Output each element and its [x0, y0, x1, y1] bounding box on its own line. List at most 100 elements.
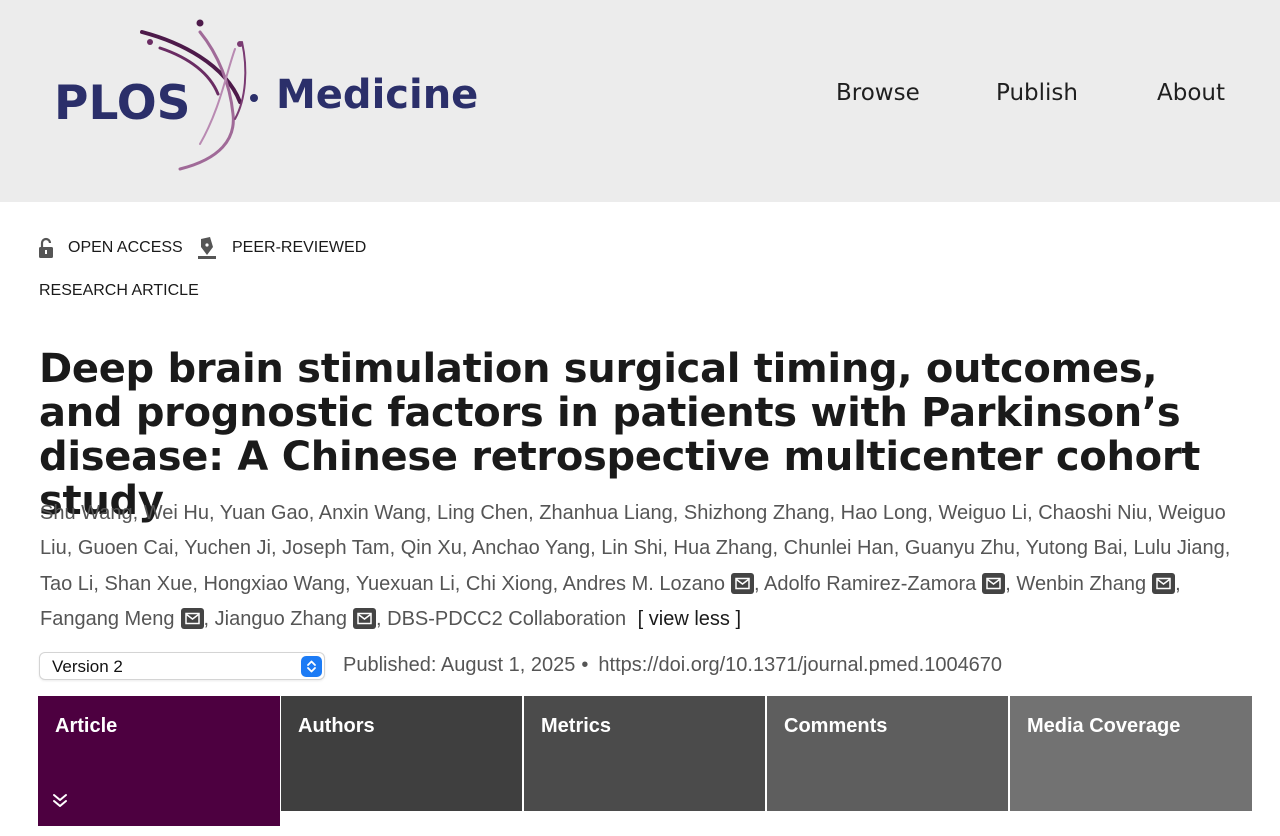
author-separator: , — [528, 502, 540, 524]
author-name[interactable]: Chunlei Han — [784, 537, 894, 559]
version-select-value: Version 2 — [52, 657, 123, 676]
author-separator: , — [192, 572, 204, 595]
published-date: Published: August 1, 2025 — [343, 654, 576, 676]
nav-publish[interactable]: Publish — [996, 80, 1078, 106]
article-badges: OPEN ACCESS PEER-REVIEWED — [38, 234, 438, 262]
author-separator: , — [1005, 572, 1017, 595]
author-name[interactable]: Anxin Wang — [319, 502, 426, 524]
author-separator: , — [1027, 502, 1039, 524]
author-name[interactable]: Fangang Meng — [40, 608, 175, 630]
author-separator: , — [454, 572, 466, 595]
author-name[interactable]: Qin Xu — [401, 537, 462, 559]
doi-link[interactable]: https://doi.org/10.1371/journal.pmed.100… — [598, 654, 1002, 676]
author-separator: , — [772, 537, 784, 560]
author-separator: , — [927, 502, 939, 524]
author-separator: , — [376, 607, 388, 630]
author-separator: , — [425, 502, 437, 524]
author-separator: , — [753, 572, 764, 595]
author-name[interactable]: Tao Li — [40, 573, 93, 595]
envelope-icon[interactable] — [730, 572, 754, 594]
author-separator: , — [829, 502, 841, 524]
tab-metrics-label: Metrics — [541, 715, 612, 737]
author-separator: , — [1014, 537, 1026, 560]
version-select[interactable]: Version 2 — [39, 652, 325, 680]
author-name[interactable]: Wei Hu — [144, 502, 209, 524]
author-name[interactable]: Yutong Bai — [1026, 537, 1123, 559]
author-separator: , — [308, 502, 319, 524]
author-separator: , — [345, 572, 356, 595]
site-header: PLOS Medicine Browse Publish About — [0, 0, 1280, 202]
author-name[interactable]: Zhanhua Liang — [539, 502, 672, 524]
author-separator: , — [672, 502, 684, 524]
author-separator: , — [461, 537, 472, 560]
author-name[interactable]: Hua Zhang — [674, 537, 773, 559]
author-name[interactable]: Joseph Tam — [282, 537, 389, 559]
envelope-icon[interactable] — [982, 572, 1006, 594]
author-name[interactable]: Weiguo Li — [939, 502, 1028, 524]
author-separator: , — [389, 537, 401, 560]
article-type-label: RESEARCH ARTICLE — [39, 282, 199, 299]
tab-article-label: Article — [55, 715, 118, 737]
peer-reviewed-label: PEER-REVIEWED — [232, 239, 367, 256]
tab-authors[interactable]: Authors — [281, 696, 522, 811]
tab-media-coverage-label: Media Coverage — [1027, 715, 1181, 737]
author-name[interactable]: Hongxiao Wang — [203, 573, 345, 595]
unlocked-padlock-icon — [39, 237, 53, 258]
author-separator: , — [132, 502, 144, 524]
tab-comments[interactable]: Comments — [767, 696, 1008, 811]
author-separator: , — [552, 572, 563, 595]
author-name[interactable]: Guanyu Zhu — [905, 537, 1015, 559]
author-name[interactable]: DBS-PDCC2 Collaboration — [387, 608, 626, 630]
double-chevron-down-icon[interactable] — [52, 793, 68, 809]
author-separator: , — [270, 537, 283, 560]
tab-authors-label: Authors — [298, 715, 375, 737]
author-name[interactable]: Guoen Cai — [78, 537, 174, 559]
author-list: Shu Wang, Wei Hu, Yuan Gao, Anxin Wang, … — [40, 496, 1260, 637]
view-less-toggle[interactable]: [ view less ] — [638, 608, 741, 630]
author-name[interactable]: Shizhong Zhang — [684, 502, 830, 524]
author-separator: , — [173, 537, 185, 560]
author-name[interactable]: Yuexuan Li — [356, 573, 455, 595]
envelope-icon[interactable] — [1152, 572, 1176, 594]
open-access-label: OPEN ACCESS — [68, 239, 183, 256]
article-tabs: Article Authors Metrics Comments Media C… — [38, 696, 1252, 826]
author-name[interactable]: Andres M. Lozano — [563, 573, 725, 595]
author-name[interactable]: Wenbin Zhang — [1016, 573, 1146, 595]
author-name[interactable]: Shu Wang — [40, 502, 133, 524]
peer-reviewed-badge: PEER-REVIEWED — [196, 234, 366, 262]
author-separator: , — [662, 537, 674, 560]
author-separator: , — [1122, 537, 1134, 560]
author-name[interactable]: Yuan Gao — [220, 502, 309, 524]
main-nav: Browse Publish About — [0, 80, 1280, 114]
author-name[interactable]: Chaoshi Niu — [1038, 502, 1147, 524]
separator-bullet: • — [581, 654, 589, 676]
author-separator: , — [1175, 572, 1181, 595]
nav-about[interactable]: About — [1157, 80, 1225, 106]
nav-browse[interactable]: Browse — [836, 80, 920, 106]
tab-article[interactable]: Article — [38, 696, 280, 826]
author-name[interactable]: Jianguo Zhang — [215, 608, 347, 630]
open-access-badge: OPEN ACCESS — [38, 234, 183, 262]
envelope-icon[interactable] — [353, 607, 376, 629]
envelope-icon[interactable] — [180, 607, 204, 629]
author-name[interactable]: Lulu Jiang — [1134, 537, 1225, 559]
publication-info: Published: August 1, 2025 • https://doi.or… — [343, 654, 1002, 677]
tab-metrics[interactable]: Metrics — [524, 696, 765, 811]
author-separator: , — [209, 502, 220, 524]
tab-media-coverage[interactable]: Media Coverage — [1010, 696, 1252, 811]
author-name[interactable]: Hao Long — [841, 502, 928, 524]
author-separator: , — [590, 537, 602, 560]
author-name[interactable]: Lin Shi — [601, 537, 662, 559]
author-name[interactable]: Adolfo Ramirez-Zamora — [764, 573, 976, 595]
author-separator: , — [1224, 537, 1231, 560]
author-name[interactable]: Anchao Yang — [472, 537, 590, 559]
author-separator: , — [203, 607, 215, 630]
author-separator: , — [1147, 502, 1159, 524]
author-name[interactable]: Chi Xiong — [466, 573, 553, 595]
author-name[interactable]: Yuchen Ji — [184, 537, 271, 559]
author-name[interactable]: Shan Xue — [105, 573, 193, 595]
tab-comments-label: Comments — [784, 715, 888, 737]
author-name[interactable]: Ling Chen — [437, 502, 528, 524]
author-separator: , — [893, 537, 905, 560]
author-separator: , — [66, 537, 78, 560]
